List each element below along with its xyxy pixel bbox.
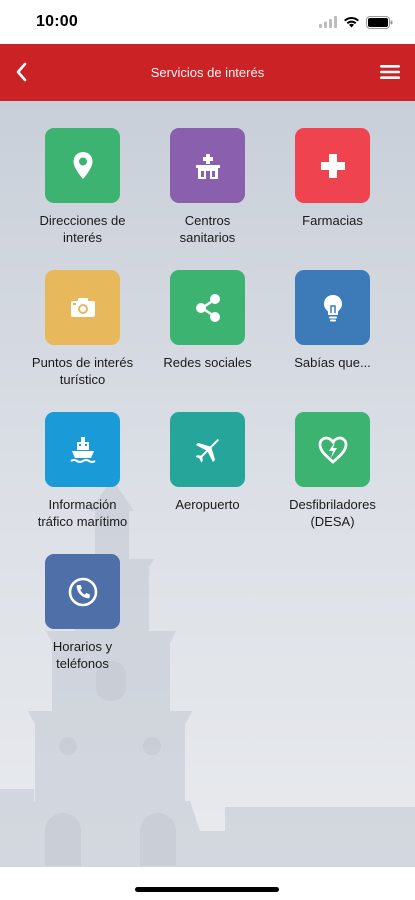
camera-icon [70, 297, 95, 317]
phone-icon [68, 577, 97, 606]
hamburger-menu-icon[interactable] [379, 62, 401, 82]
back-arrow-icon[interactable] [10, 58, 34, 86]
tile-icon-box [170, 270, 245, 345]
tile-sabias-que[interactable]: Sabías que... [270, 270, 395, 412]
status-icons [319, 15, 393, 29]
pharmacy-cross-icon [320, 153, 345, 178]
content-area: Direcciones de interés Centros sanitario… [0, 101, 415, 867]
tile-label: Horarios y teléfonos [52, 639, 113, 671]
home-indicator[interactable] [135, 887, 279, 892]
tile-direcciones-de-interes[interactable]: Direcciones de interés [20, 128, 145, 270]
tile-informacion-trafico-maritimo[interactable]: Información tráfico marítimo [20, 412, 145, 554]
airplane-icon [195, 438, 219, 462]
tile-icon-box [295, 270, 370, 345]
tile-label: Puntos de interés turístico [31, 355, 134, 387]
tile-label: Desfibriladores (DESA) [289, 497, 376, 529]
bottom-safe-area [0, 867, 415, 900]
lightbulb-icon [323, 294, 342, 321]
tile-icon-box [45, 412, 120, 487]
status-time: 10:00 [36, 13, 78, 30]
ship-icon [69, 436, 96, 463]
hospital-icon [195, 153, 220, 179]
tile-label: Aeropuerto [175, 497, 240, 512]
tile-label: Farmacias [302, 213, 363, 228]
services-grid: Direcciones de interés Centros sanitario… [20, 128, 395, 696]
tile-centros-sanitarios[interactable]: Centros sanitarios [145, 128, 270, 270]
defibrillator-heart-icon [318, 436, 347, 464]
tile-redes-sociales[interactable]: Redes sociales [145, 270, 270, 412]
page-title: Servicios de interés [150, 65, 265, 80]
tile-icon-box [45, 554, 120, 629]
header-bar: Servicios de interés [0, 44, 415, 101]
tile-aeropuerto[interactable]: Aeropuerto [145, 412, 270, 554]
tile-horarios-y-telefonos[interactable]: Horarios y teléfonos [20, 554, 145, 696]
tile-desfibriladores[interactable]: Desfibriladores (DESA) [270, 412, 395, 554]
tile-label: Sabías que... [294, 355, 371, 370]
tile-icon-box [170, 128, 245, 203]
tile-icon-box [295, 128, 370, 203]
tile-label: Información tráfico marítimo [37, 497, 128, 529]
tile-icon-box [45, 270, 120, 345]
tile-icon-box [170, 412, 245, 487]
wifi-icon [344, 16, 359, 28]
map-pin-icon [73, 151, 92, 179]
status-bar: 10:00 [0, 0, 415, 44]
battery-icon [366, 15, 393, 29]
tile-label: Redes sociales [163, 355, 252, 370]
tile-icon-box [45, 128, 120, 203]
share-icon [195, 293, 220, 322]
tile-icon-box [295, 412, 370, 487]
signal-icon [319, 16, 337, 28]
tile-farmacias[interactable]: Farmacias [270, 128, 395, 270]
tile-puntos-de-interes-turistico[interactable]: Puntos de interés turístico [20, 270, 145, 412]
tile-label: Centros sanitarios [179, 213, 236, 245]
tile-label: Direcciones de interés [39, 213, 126, 245]
